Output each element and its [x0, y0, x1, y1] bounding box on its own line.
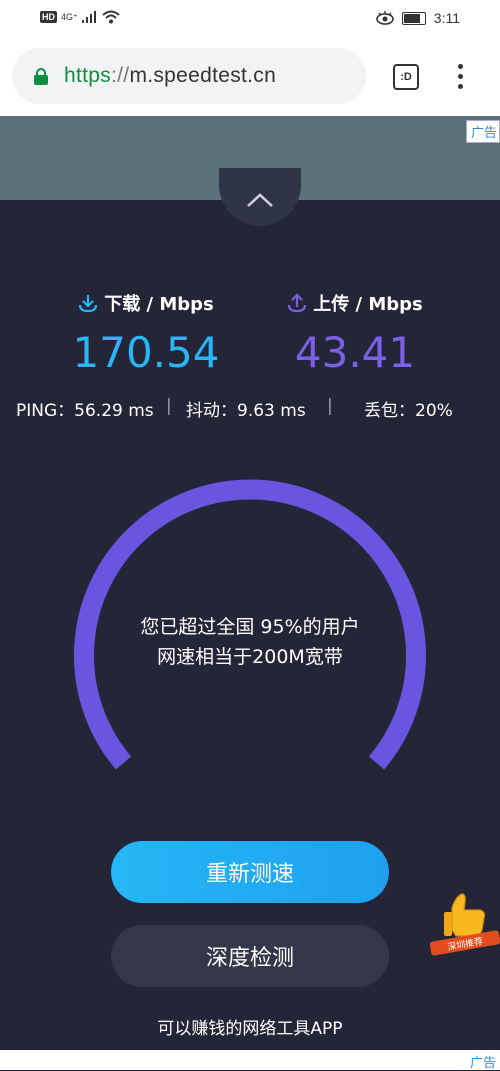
url-bar[interactable]: https://m.speedtest.cn — [12, 48, 366, 104]
download-metric: 下载 / Mbps 170.54 — [46, 290, 246, 377]
collapse-ad-button[interactable] — [219, 168, 301, 226]
chevron-up-icon — [247, 193, 273, 207]
bottom-ad-tag: 广告 — [469, 1056, 496, 1071]
browser-toolbar: https://m.speedtest.cn :D — [0, 38, 500, 116]
signal-icon — [81, 11, 96, 23]
retest-button[interactable]: 重新测速 — [111, 841, 389, 903]
hd-indicator: HD — [40, 11, 57, 23]
url-host: m.speedtest.cn — [129, 64, 277, 87]
battery-icon — [401, 11, 426, 25]
clock: 3:11 — [433, 10, 460, 26]
stats-row: PING：56.29 ms | 抖动：9.63 ms | 丢包：20% — [0, 396, 500, 421]
url-text[interactable]: https://m.speedtest.cn — [64, 64, 276, 88]
url-scheme: https — [64, 64, 112, 87]
stats-divider: | — [327, 396, 333, 416]
tab-switcher-button[interactable]: :D — [393, 64, 419, 90]
network-type: 4G⁺ — [61, 11, 78, 22]
gauge-line-2: 网速相当于200M宽带 — [157, 646, 343, 668]
thumbs-up-promo-icon[interactable]: 深圳推荐 — [430, 890, 500, 960]
url-separator: :// — [111, 64, 130, 87]
upload-speed: 43.41 — [294, 328, 416, 377]
upload-icon — [288, 293, 307, 313]
stats-divider: | — [166, 396, 172, 416]
download-label: 下载 / Mbps — [104, 294, 214, 315]
ping-stat: PING：56.29 ms — [16, 401, 154, 421]
gauge-line-1: 您已超过全国 95%的用户 — [140, 616, 360, 638]
loss-stat: 丢包：20% — [364, 401, 453, 421]
lock-icon — [34, 68, 48, 85]
footer-slogan: 可以赚钱的网络工具APP — [157, 1019, 343, 1039]
status-bar: HD 4G⁺ 3:11 — [0, 0, 500, 38]
download-speed: 170.54 — [72, 328, 220, 377]
gauge-message: 您已超过全国 95%的用户 网速相当于200M宽带 — [100, 612, 400, 672]
ad-tag: 广告 — [465, 120, 500, 143]
deep-test-button[interactable]: 深度检测 — [111, 925, 389, 987]
eye-comfort-icon — [375, 11, 394, 25]
jitter-stat: 抖动：9.63 ms — [186, 401, 306, 421]
upload-label: 上传 / Mbps — [313, 294, 423, 315]
wifi-icon — [102, 10, 120, 24]
download-icon — [79, 295, 98, 313]
upload-metric: 上传 / Mbps 43.41 — [255, 290, 455, 377]
more-menu-icon[interactable] — [456, 64, 464, 92]
bottom-ad-banner[interactable]: 广告 — [0, 1050, 500, 1071]
